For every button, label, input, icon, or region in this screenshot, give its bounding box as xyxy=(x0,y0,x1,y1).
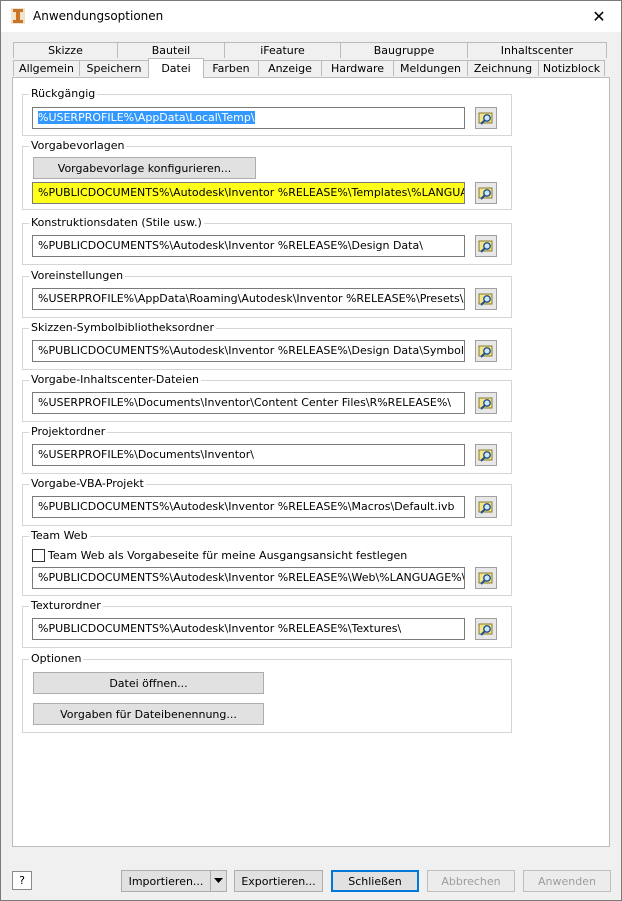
browse-folder-icon xyxy=(478,112,493,125)
import-button[interactable]: Importieren... xyxy=(121,870,211,892)
tab-allgemein[interactable]: Allgemein xyxy=(13,60,80,76)
presets-path-field[interactable]: %USERPROFILE%\AppData\Roaming\Autodesk\I… xyxy=(32,288,465,310)
undo-path-value: %USERPROFILE%\AppData\Local\Temp\ xyxy=(38,111,255,124)
tab-skizze[interactable]: Skizze xyxy=(13,42,118,58)
tab-inhaltscenter[interactable]: Inhaltscenter xyxy=(467,42,607,58)
options-dialog: Anwendungsoptionen ✕ Skizze Bauteil iFea… xyxy=(0,0,622,901)
import-dropdown-button[interactable] xyxy=(210,870,227,892)
tab-row-bottom: Allgemein Speichern Datei Farben Anzeige… xyxy=(13,58,605,78)
presets-browse-button[interactable] xyxy=(475,288,497,310)
close-icon[interactable]: ✕ xyxy=(577,1,621,32)
vba-path-field[interactable]: %PUBLICDOCUMENTS%\Autodesk\Inventor %REL… xyxy=(32,496,465,518)
vba-group: Vorgabe-VBA-Projekt %PUBLICDOCUMENTS%\Au… xyxy=(22,477,512,526)
team-web-browse-button[interactable] xyxy=(475,567,497,589)
options-group: Optionen Datei öffnen... Vorgaben für Da… xyxy=(22,652,512,733)
project-group-label: Projektordner xyxy=(29,425,108,438)
tab-hardware[interactable]: Hardware xyxy=(321,60,394,76)
browse-folder-icon xyxy=(478,187,493,200)
team-web-group: Team Web Team Web als Vorgabeseite für m… xyxy=(22,529,512,596)
templates-group: Vorgabevorlagen Vorgabevorlage konfiguri… xyxy=(22,139,512,210)
vba-group-label: Vorgabe-VBA-Projekt xyxy=(29,477,146,490)
browse-folder-icon xyxy=(478,501,493,514)
content-center-path-field[interactable]: %USERPROFILE%\Documents\Inventor\Content… xyxy=(32,392,465,414)
team-web-path-field[interactable]: %PUBLICDOCUMENTS%\Autodesk\Inventor %REL… xyxy=(32,567,465,589)
content-center-browse-button[interactable] xyxy=(475,392,497,414)
tab-meldungen[interactable]: Meldungen xyxy=(393,60,468,76)
presets-group-label: Voreinstellungen xyxy=(29,269,126,282)
browse-folder-icon xyxy=(478,623,493,636)
help-icon[interactable]: ? xyxy=(12,871,32,890)
tab-farben[interactable]: Farben xyxy=(203,60,259,76)
undo-group: Rückgängig %USERPROFILE%\AppData\Local\T… xyxy=(22,87,512,136)
options-group-label: Optionen xyxy=(29,652,84,665)
project-browse-button[interactable] xyxy=(475,444,497,466)
textures-browse-button[interactable] xyxy=(475,618,497,640)
tab-datei[interactable]: Datei xyxy=(148,58,204,78)
team-web-checkbox[interactable] xyxy=(32,549,45,562)
design-data-group: Konstruktionsdaten (Stile usw.) %PUBLICD… xyxy=(22,216,512,265)
tab-row-top: Skizze Bauteil iFeature Baugruppe Inhalt… xyxy=(13,42,607,59)
content-center-group: Vorgabe-Inhaltscenter-Dateien %USERPROFI… xyxy=(22,373,512,422)
chevron-down-icon xyxy=(214,878,223,883)
browse-folder-icon xyxy=(478,572,493,585)
browse-folder-icon xyxy=(478,449,493,462)
file-naming-button[interactable]: Vorgaben für Dateibenennung... xyxy=(33,703,264,725)
textures-path-field[interactable]: %PUBLICDOCUMENTS%\Autodesk\Inventor %REL… xyxy=(32,618,465,640)
apply-button[interactable]: Anwenden xyxy=(523,870,611,892)
undo-browse-button[interactable] xyxy=(475,107,497,129)
sketch-symbols-group: Skizzen-Symbolbibliotheksordner %PUBLICD… xyxy=(22,321,512,370)
tab-zeichnung[interactable]: Zeichnung xyxy=(467,60,539,76)
sketch-symbols-group-label: Skizzen-Symbolbibliotheksordner xyxy=(29,321,216,334)
design-data-group-label: Konstruktionsdaten (Stile usw.) xyxy=(29,216,204,229)
title-bar: Anwendungsoptionen ✕ xyxy=(1,1,621,32)
content-center-group-label: Vorgabe-Inhaltscenter-Dateien xyxy=(29,373,201,386)
templates-group-label: Vorgabevorlagen xyxy=(29,139,127,152)
export-button[interactable]: Exportieren... xyxy=(234,870,323,892)
undo-group-label: Rückgängig xyxy=(29,87,98,100)
configure-template-button[interactable]: Vorgabevorlage konfigurieren... xyxy=(33,157,256,179)
open-file-button[interactable]: Datei öffnen... xyxy=(33,672,264,694)
team-web-group-label: Team Web xyxy=(29,529,90,542)
design-data-path-field[interactable]: %PUBLICDOCUMENTS%\Autodesk\Inventor %REL… xyxy=(32,235,465,257)
sketch-symbols-path-field[interactable]: %PUBLICDOCUMENTS%\Autodesk\Inventor %REL… xyxy=(32,340,465,362)
tab-speichern[interactable]: Speichern xyxy=(79,60,149,76)
close-button[interactable]: Schließen xyxy=(331,870,419,892)
sketch-symbols-browse-button[interactable] xyxy=(475,340,497,362)
tab-baugruppe[interactable]: Baugruppe xyxy=(340,42,468,58)
browse-folder-icon xyxy=(478,397,493,410)
datei-tab-panel: Rückgängig %USERPROFILE%\AppData\Local\T… xyxy=(12,77,610,847)
tab-anzeige[interactable]: Anzeige xyxy=(258,60,322,76)
browse-folder-icon xyxy=(478,345,493,358)
vba-browse-button[interactable] xyxy=(475,496,497,518)
textures-group-label: Texturordner xyxy=(29,599,103,612)
undo-path-field[interactable]: %USERPROFILE%\AppData\Local\Temp\ xyxy=(32,107,465,129)
textures-group: Texturordner %PUBLICDOCUMENTS%\Autodesk\… xyxy=(22,599,512,648)
tab-ifeature[interactable]: iFeature xyxy=(224,42,341,58)
presets-group: Voreinstellungen %USERPROFILE%\AppData\R… xyxy=(22,269,512,318)
project-path-field[interactable]: %USERPROFILE%\Documents\Inventor\ xyxy=(32,444,465,466)
browse-folder-icon xyxy=(478,293,493,306)
window-title: Anwendungsoptionen xyxy=(33,9,164,23)
templates-browse-button[interactable] xyxy=(475,182,497,204)
browse-folder-icon xyxy=(478,240,493,253)
project-group: Projektordner %USERPROFILE%\Documents\In… xyxy=(22,425,512,474)
cancel-button[interactable]: Abbrechen xyxy=(427,870,515,892)
design-data-browse-button[interactable] xyxy=(475,235,497,257)
team-web-checkbox-label: Team Web als Vorgabeseite für meine Ausg… xyxy=(48,549,408,562)
tab-bauteil[interactable]: Bauteil xyxy=(117,42,225,58)
inventor-app-icon xyxy=(11,8,25,24)
tab-notizblock[interactable]: Notizblock xyxy=(538,60,605,76)
templates-path-field[interactable]: %PUBLICDOCUMENTS%\Autodesk\Inventor %REL… xyxy=(32,182,465,204)
